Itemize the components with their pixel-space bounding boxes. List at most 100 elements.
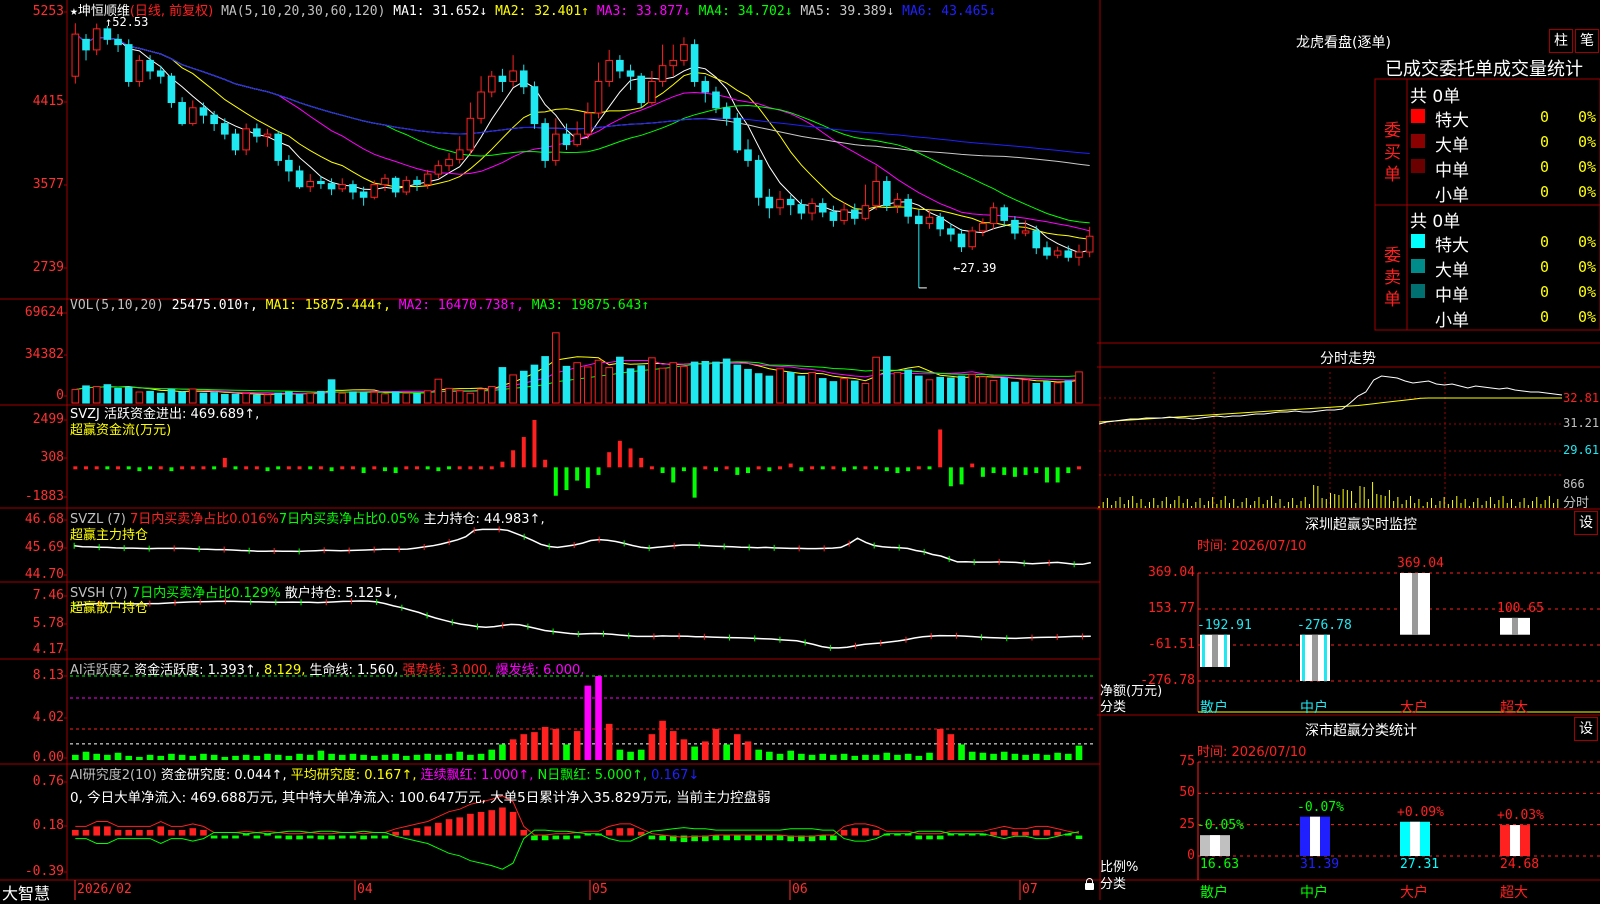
y-label-vol: 69624: [24, 305, 64, 320]
ai-res-bar: [680, 835, 688, 843]
volume-bar: [82, 385, 90, 404]
svzj-bar: [895, 467, 900, 474]
candle: [765, 188, 774, 219]
svzl-subtitle: 超赢主力持仓: [70, 528, 149, 543]
svzj-bar: [94, 466, 99, 470]
candle-body: [1053, 250, 1062, 256]
candle: [210, 110, 218, 131]
volume-bar: [754, 373, 763, 404]
svzj-bar: [73, 466, 78, 470]
ai-act-p2: 8.129,: [264, 663, 306, 678]
shenshi-bar-highlight: [1310, 816, 1320, 856]
candle-body: [626, 70, 635, 77]
ai-act-bar: [114, 752, 122, 760]
ai-act-bar: [830, 754, 837, 760]
candle: [680, 37, 688, 66]
ma-readout-4: MA4:: [698, 4, 730, 19]
candle: [968, 226, 977, 250]
svzj-bar: [874, 466, 879, 470]
shenzhen-settings-button[interactable]: 设: [1574, 511, 1598, 535]
ma-value-3: 33.877↓: [628, 4, 699, 19]
ai-res-bar: [712, 835, 720, 841]
ai-act-bar: [499, 744, 506, 760]
ai-res-bar: [114, 829, 122, 836]
svzj-bar: [628, 448, 633, 468]
ai-act-bar: [840, 753, 848, 760]
ai-act-bar: [1032, 753, 1040, 760]
longhu-sell-row-label: 特大: [1435, 236, 1469, 256]
shenshi-settings-button[interactable]: 设: [1574, 717, 1598, 741]
y-label-ai_res: 0.76: [32, 774, 64, 789]
svzj-bar: [1076, 466, 1081, 470]
ai-res-bar: [1075, 835, 1083, 840]
shenzhen-time: 时间: 2026/07/10: [1197, 539, 1307, 554]
shenzhen-bar-category[interactable]: 超大: [1500, 697, 1528, 717]
volume-bar: [402, 392, 411, 404]
lock-icon[interactable]: [1085, 883, 1094, 890]
candle: [786, 195, 795, 216]
shenzhen-bar-category[interactable]: 大户: [1400, 697, 1428, 717]
candle-body: [765, 196, 774, 209]
ai-res-bar: [424, 826, 431, 836]
svsh-p2: 散户持仓: 5.125↓,: [284, 586, 398, 601]
tick-view-button[interactable]: 笔: [1575, 29, 1599, 53]
shenshi-bar-change: -0.07%: [1297, 799, 1344, 815]
shenzhen-bar-edge: [1202, 634, 1205, 667]
shenshi-bar-category[interactable]: 大户: [1400, 882, 1428, 902]
candle-body: [904, 198, 912, 217]
shenshi-axis-label: 0: [1187, 848, 1195, 863]
y-label-svzj: -1883: [24, 489, 64, 504]
ai-res-bar: [413, 828, 421, 836]
shenshi-bar-0: [1200, 835, 1230, 856]
volume-bar: [413, 393, 421, 404]
ai-res-bar: [659, 835, 666, 841]
candle-body: [722, 107, 731, 119]
shenzhen-bar-category[interactable]: 中户: [1300, 697, 1328, 717]
ai-act-bar: [200, 753, 207, 760]
shenshi-bar-category[interactable]: 散户: [1200, 882, 1228, 902]
candle: [349, 180, 357, 200]
svzj-bar: [521, 437, 526, 468]
ai-act-bar: [936, 729, 944, 760]
volume-bar: [178, 391, 186, 404]
volume-bar: [1075, 371, 1083, 404]
candle: [178, 97, 186, 126]
fenshi-title[interactable]: 分时走势: [1320, 348, 1376, 368]
longhu-sell-row-value: 0: [1540, 258, 1550, 276]
ma-value-5: 39.389↓: [831, 4, 903, 19]
ai-res-bar: [210, 835, 218, 839]
shenzhen-bar-category[interactable]: 散户: [1200, 697, 1228, 717]
candle: [690, 39, 699, 87]
shenshi-title: 深市超赢分类统计: [1305, 723, 1417, 739]
ai-act-bar: [990, 753, 997, 760]
bar-view-button[interactable]: 柱: [1549, 29, 1573, 53]
volume-bar: [285, 391, 293, 404]
ai-act-bar: [392, 753, 399, 760]
candle: [947, 223, 955, 242]
ai-res-bar: [189, 828, 197, 836]
candle: [701, 76, 710, 103]
shenshi-bar-category[interactable]: 中户: [1300, 882, 1328, 902]
candle-body: [818, 203, 827, 213]
svzj-bar: [745, 467, 750, 474]
svzj-bar: [831, 466, 836, 470]
shenzhen-axis-label: -61.51: [1148, 637, 1195, 652]
volume-bar: [648, 357, 656, 404]
brand-logo[interactable]: 大智慧: [2, 880, 50, 904]
volume-bar: [327, 379, 336, 404]
ai-res-bar: [723, 835, 730, 841]
shenzhen-title: 深圳超赢实时监控: [1305, 517, 1417, 533]
candle-body: [167, 75, 176, 104]
candle-body: [530, 86, 539, 125]
shenzhen-bar-3: [1500, 617, 1530, 635]
ai-act-bar: [669, 731, 677, 760]
shenshi-bar-value: 31.39: [1300, 857, 1340, 872]
longhu-buy-row-value: 0: [1540, 108, 1550, 126]
candle-body: [103, 28, 112, 40]
longhu-color-swatch: [1411, 134, 1425, 148]
shenshi-bar-category[interactable]: 超大: [1500, 882, 1528, 902]
candle-body: [71, 33, 80, 77]
ai-act-bar: [776, 753, 784, 760]
volume-bar: [434, 378, 443, 404]
favorite-star-icon[interactable]: ★: [70, 4, 78, 19]
